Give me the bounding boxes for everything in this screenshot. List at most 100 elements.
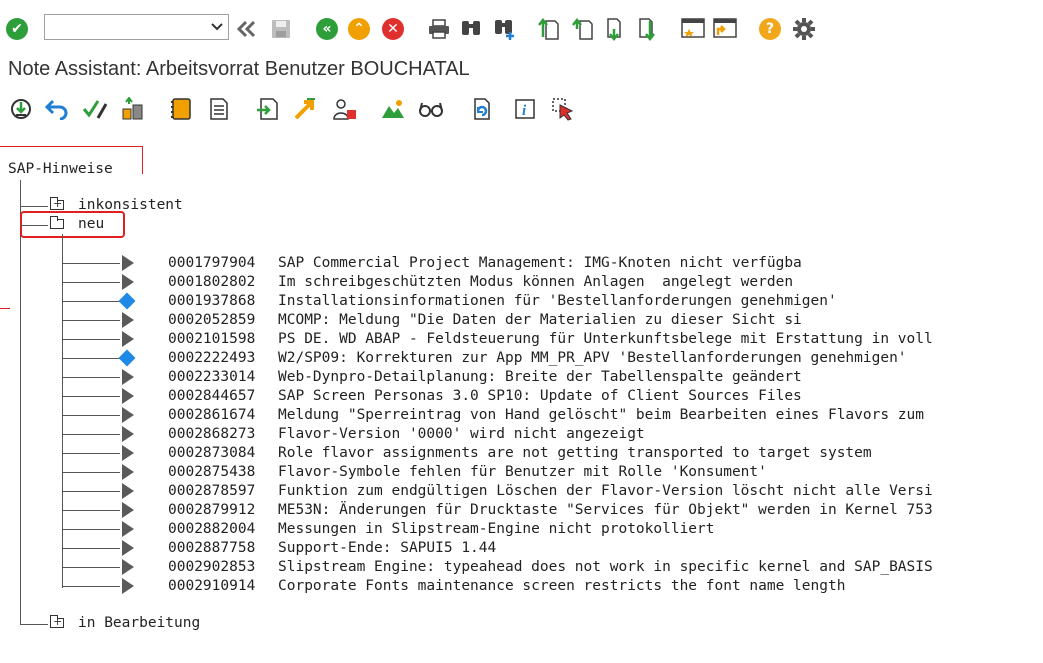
shortcut-icon[interactable] <box>712 16 738 42</box>
tree-connector <box>62 263 120 264</box>
list-item[interactable]: 0002882004 Messungen in Slipstream-Engine… <box>166 520 1036 539</box>
list-item[interactable]: 0002861674 Meldung "Sperreintrag von Hand… <box>166 406 1036 425</box>
note-title: Support-Ende: SAPUI5 1.44 <box>278 540 497 556</box>
last-page-icon[interactable] <box>636 16 662 42</box>
arrow-status-icon <box>122 407 134 423</box>
tree-connector <box>62 472 120 473</box>
select-cursor-icon[interactable] <box>550 96 576 122</box>
settings-icon[interactable] <box>791 16 817 42</box>
list-icon[interactable] <box>206 96 232 122</box>
list-item[interactable]: 0002879912 ME53N: Änderungen für Drucktas… <box>166 501 1036 520</box>
collapse-icon[interactable] <box>234 16 260 42</box>
tree-folder-neu[interactable]: neu <box>78 215 104 234</box>
arrow-status-icon <box>122 388 134 404</box>
note-title: MCOMP: Meldung "Die Daten der Materialie… <box>278 312 802 328</box>
list-item[interactable]: 0002233014 Web-Dynpro-Detailplanung: Brei… <box>166 368 1036 387</box>
glasses-icon[interactable] <box>418 96 444 122</box>
note-title: Funktion zum endgültigen Löschen der Fla… <box>278 483 933 499</box>
diamond-status-icon <box>118 292 136 310</box>
tree-root-label[interactable]: SAP-Hinweise <box>8 160 113 179</box>
tree-connector <box>62 377 120 378</box>
tree-connector <box>20 206 48 207</box>
list-item[interactable]: 0002222493 W2/SP09: Korrekturen zur App M… <box>166 349 1036 368</box>
arrow-status-icon <box>122 559 134 575</box>
list-item[interactable]: 0002902853 Slipstream Engine: typeahead d… <box>166 558 1036 577</box>
list-item[interactable]: 0001937868 Installationsinformationen für… <box>166 292 1036 311</box>
note-title: PS DE. WD ABAP - Feldsteuerung für Unter… <box>278 331 933 347</box>
tree-folder-in-bearbeitung[interactable]: in Bearbeitung <box>78 614 200 633</box>
tree-connector <box>20 624 48 625</box>
list-item[interactable]: 0002101598 PS DE. WD ABAP - Feldsteuerung… <box>166 330 1036 349</box>
export-icon[interactable] <box>254 96 280 122</box>
command-field[interactable] <box>44 14 229 40</box>
frame-line-top <box>0 146 143 147</box>
arrow-status-icon <box>122 331 134 347</box>
list-item[interactable]: 0002878597 Funktion zum endgültigen Lösch… <box>166 482 1036 501</box>
back-icon[interactable]: « <box>314 16 340 42</box>
exit-icon[interactable]: ⌃ <box>346 16 372 42</box>
list-item[interactable]: 0002887758 Support-Ende: SAPUI5 1.44 <box>166 539 1036 558</box>
arrow-status-icon <box>122 578 134 594</box>
folder-icon[interactable] <box>50 615 64 629</box>
note-title: SAP Commercial Project Management: IMG-K… <box>278 255 802 271</box>
tree-connector <box>62 567 120 568</box>
note-title: Slipstream Engine: typeahead does not wo… <box>278 559 933 575</box>
note-title: W2/SP09: Korrekturen zur App MM_PR_APV '… <box>278 350 907 366</box>
arrow-status-icon <box>122 445 134 461</box>
tree-connector <box>62 529 120 530</box>
list-item[interactable]: 0002910914 Corporate Fonts maintenance sc… <box>166 577 1036 596</box>
tree-connector <box>62 282 120 283</box>
find-icon[interactable] <box>458 16 484 42</box>
note-number: 0001797904 <box>168 255 256 271</box>
jump-icon[interactable] <box>292 96 318 122</box>
user-icon[interactable] <box>332 96 358 122</box>
arrow-status-icon <box>122 369 134 385</box>
undo-icon[interactable] <box>44 96 70 122</box>
download-note-icon[interactable] <box>8 96 34 122</box>
list-item[interactable]: 0002875438 Flavor-Symbole fehlen für Benu… <box>166 463 1036 482</box>
command-input[interactable] <box>45 15 205 39</box>
print-icon[interactable] <box>426 16 452 42</box>
list-item[interactable]: 0002052859 MCOMP: Meldung "Die Daten der … <box>166 311 1036 330</box>
check-icon[interactable]: ✔ <box>4 16 30 42</box>
note-number: 0002222493 <box>168 350 256 366</box>
tree-connector <box>62 301 120 302</box>
chevron-down-icon[interactable] <box>210 19 224 35</box>
folder-open-icon[interactable] <box>50 216 64 229</box>
note-title: Role flavor assignments are not getting … <box>278 445 872 461</box>
note-number: 0002052859 <box>168 312 256 328</box>
list-item[interactable]: 0002873084 Role flavor assignments are no… <box>166 444 1036 463</box>
note-number: 0002868273 <box>168 426 256 442</box>
tree-connector <box>62 320 120 321</box>
list-item[interactable]: 0002844657 SAP Screen Personas 3.0 SP10: … <box>166 387 1036 406</box>
cancel-icon[interactable]: ✕ <box>380 16 406 42</box>
create-session-icon[interactable] <box>680 16 706 42</box>
list-item[interactable]: 0001797904 SAP Commercial Project Managem… <box>166 254 1036 273</box>
first-page-icon[interactable] <box>536 16 562 42</box>
note-title: Corporate Fonts maintenance screen restr… <box>278 578 846 594</box>
note-number: 0002878597 <box>168 483 256 499</box>
tree-connector <box>62 510 120 511</box>
next-page-icon[interactable] <box>604 16 630 42</box>
tree-connector <box>62 586 120 587</box>
tree-connector <box>62 434 120 435</box>
refresh-icon[interactable] <box>468 96 494 122</box>
arrow-status-icon <box>122 255 134 271</box>
frame-line-bottom <box>0 308 10 309</box>
note-title: Flavor-Version '0000' wird nicht angezei… <box>278 426 645 442</box>
folder-icon[interactable] <box>50 197 64 211</box>
classify-icon[interactable] <box>120 96 146 122</box>
help-icon[interactable]: ? <box>757 16 783 42</box>
list-item[interactable]: 0002868273 Flavor-Version '0000' wird nic… <box>166 425 1036 444</box>
list-item[interactable]: 0001802802 Im schreibgeschützten Modus kö… <box>166 273 1036 292</box>
chart-icon[interactable] <box>380 96 406 122</box>
note-title: Im schreibgeschützten Modus können Anlag… <box>278 274 794 290</box>
notebook-icon[interactable] <box>168 96 194 122</box>
arrow-status-icon <box>122 540 134 556</box>
previous-page-icon[interactable] <box>570 16 596 42</box>
set-status-icon[interactable] <box>82 96 108 122</box>
info-icon[interactable]: i <box>512 96 538 122</box>
find-next-icon[interactable] <box>492 16 518 42</box>
save-icon[interactable] <box>268 16 294 42</box>
arrow-status-icon <box>122 274 134 290</box>
